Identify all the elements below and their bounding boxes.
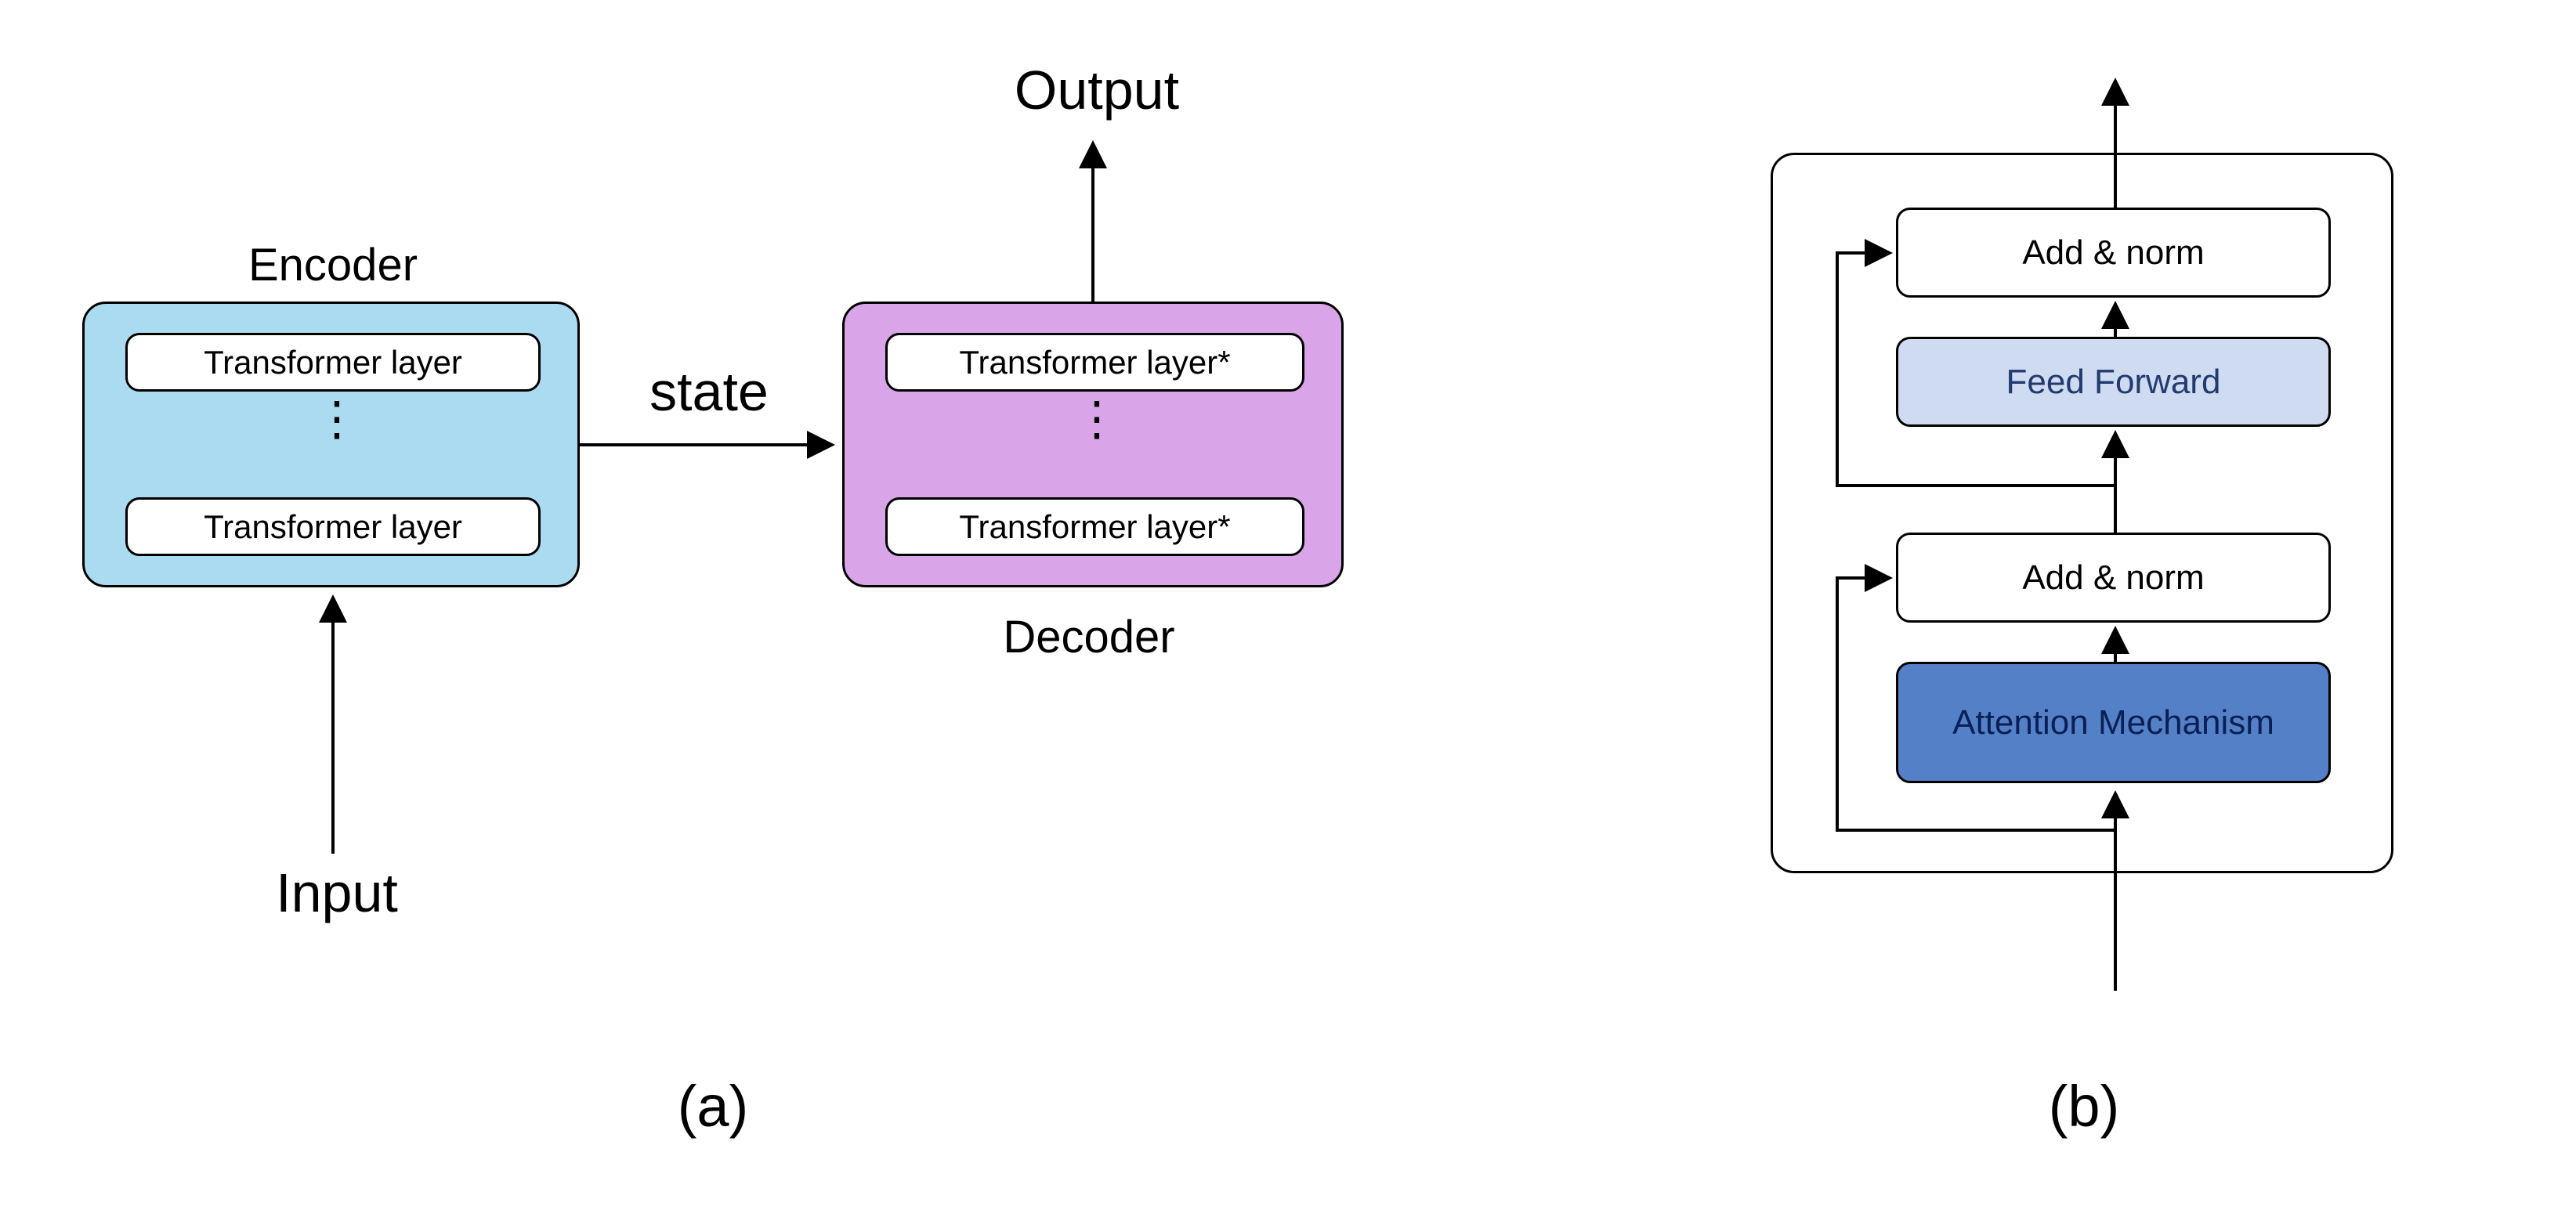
feed-forward-block: Feed Forward xyxy=(1896,337,2331,427)
diagram-canvas: Encoder Transformer layer ⋮ Transformer … xyxy=(0,0,2576,1210)
add-norm-top: Add & norm xyxy=(1896,208,2331,298)
encoder-title: Encoder xyxy=(215,239,450,291)
decoder-layer-top: Transformer layer* xyxy=(885,333,1304,392)
panel-a-caption: (a) xyxy=(666,1073,760,1140)
add-norm-bottom: Add & norm xyxy=(1896,533,2331,623)
encoder-layer-top: Transformer layer xyxy=(125,333,541,392)
decoder-vdots: ⋮ xyxy=(1073,392,1113,446)
encoder-layer-bottom: Transformer layer xyxy=(125,497,541,556)
decoder-title: Decoder xyxy=(971,611,1207,663)
panel-b-caption: (b) xyxy=(2037,1073,2131,1140)
input-label: Input xyxy=(239,861,435,924)
decoder-layer-bottom: Transformer layer* xyxy=(885,497,1304,556)
state-label: state xyxy=(631,360,787,423)
encoder-vdots: ⋮ xyxy=(313,392,353,446)
attention-block: Attention Mechanism xyxy=(1896,662,2331,783)
output-label: Output xyxy=(999,59,1195,121)
